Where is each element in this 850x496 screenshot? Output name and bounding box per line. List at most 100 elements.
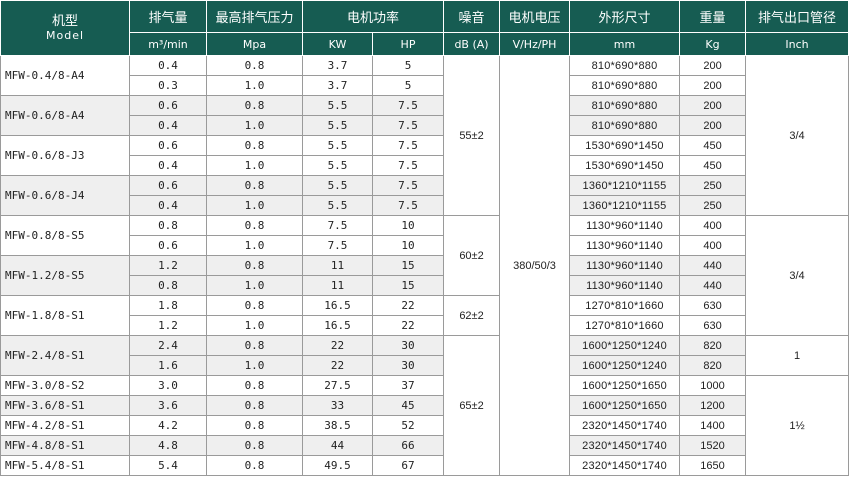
pressure-cell: 1.0 (206, 275, 303, 296)
hp-cell: 7.5 (371, 175, 445, 196)
pressure-cell: 1.0 (206, 315, 303, 336)
table-row: MFW-0.6/8-J4 0.6 0.8 5.5 7.5 1360*1210*1155 25… (0, 175, 849, 216)
pressure-cell: 0.8 (206, 435, 303, 456)
hp-cell: 7.5 (371, 195, 445, 216)
pressure-cell: 0.8 (206, 135, 303, 156)
pressure-cell: 0.8 (206, 415, 303, 436)
displacement-cell: 0.8 (129, 275, 207, 296)
table-row: MFW-0.6/8-A4 0.6 0.8 5.5 7.5 810*690*880 200 (0, 95, 849, 136)
dimensions-cell: 1360*1210*1155 (569, 195, 681, 216)
kw-cell: 5.5 (302, 175, 373, 196)
displacement-cell: 0.6 (129, 135, 207, 156)
header-motor-voltage: 电机电压 (499, 0, 571, 33)
displacement-cell: 1.6 (129, 355, 207, 376)
displacement-cell: 5.4 (129, 455, 207, 476)
dimensions-cell: 810*690*880 (569, 75, 681, 96)
outlet-cell: 3/4 (745, 55, 850, 216)
model-name: MFW-2.4/8-S1 (0, 335, 130, 376)
kw-cell: 3.7 (302, 55, 373, 76)
hp-cell: 22 (371, 295, 445, 316)
pressure-cell: 1.0 (206, 195, 303, 216)
kw-cell: 27.5 (302, 375, 373, 396)
dimensions-cell: 1270*810*1660 (569, 295, 681, 316)
displacement-cell: 3.6 (129, 395, 207, 416)
unit-displacement: m³/min (129, 32, 207, 56)
table-row: MFW-2.4/8-S1 2.4 0.8 22 30 65±2 1600*1250*1240… (0, 335, 850, 476)
displacement-cell: 0.3 (129, 75, 207, 96)
pressure-cell: 0.8 (206, 215, 303, 236)
weight-cell: 1520 (679, 435, 747, 456)
weight-cell: 400 (679, 235, 747, 256)
header-weight: 重量 (679, 0, 747, 33)
noise-cell: 55±2 (443, 55, 501, 216)
weight-cell: 250 (679, 175, 747, 196)
kw-cell: 22 (302, 355, 373, 376)
unit-noise: dB (A) (443, 32, 501, 56)
kw-cell: 16.5 (302, 315, 373, 336)
header-displacement: 排气量 (129, 0, 207, 33)
pressure-cell: 1.0 (206, 235, 303, 256)
outlet-cell: 1½ (745, 375, 850, 476)
unit-pressure: Mpa (206, 32, 303, 56)
model-name: MFW-3.6/8-S1 (0, 395, 130, 416)
weight-cell: 820 (679, 355, 747, 376)
dimensions-cell: 1600*1250*1650 (569, 375, 681, 396)
pressure-cell: 0.8 (206, 255, 303, 276)
table-row: MFW-4.2/8-S1 4.2 0.8 38.5 52 2320*1450*1740 14… (0, 415, 849, 436)
hp-cell: 7.5 (371, 115, 445, 136)
header-motor-power: 电机功率 (301, 0, 445, 33)
dimensions-cell: 1360*1210*1155 (569, 175, 681, 196)
kw-cell: 22 (302, 335, 373, 356)
table-row: MFW-0.4/8-A4 0.4 0.8 3.7 5 55±2 380/50/3 810*69… (0, 55, 850, 476)
unit-hp: HP (371, 32, 445, 56)
unit-kw: KW (302, 32, 373, 56)
kw-cell: 16.5 (302, 295, 373, 316)
pressure-cell: 1.0 (206, 75, 303, 96)
kw-cell: 11 (302, 255, 373, 276)
pressure-cell: 0.8 (206, 55, 303, 76)
unit-dimensions: mm (569, 32, 681, 56)
weight-cell: 400 (679, 215, 747, 236)
hp-cell: 45 (371, 395, 445, 416)
header-max-pressure: 最高排气压力 (206, 0, 303, 33)
dimensions-cell: 2320*1450*1740 (569, 415, 681, 436)
weight-cell: 1000 (679, 375, 747, 396)
hp-cell: 5 (371, 55, 445, 76)
voltage-cell: 380/50/3 (499, 55, 571, 476)
model-name: MFW-1.8/8-S1 (0, 295, 130, 336)
model-name: MFW-0.6/8-J4 (0, 175, 130, 216)
kw-cell: 5.5 (302, 195, 373, 216)
hp-cell: 30 (371, 355, 445, 376)
table-row: MFW-4.8/8-S1 4.8 0.8 44 66 2320*1450*1740 1520 (0, 435, 849, 456)
weight-cell: 1650 (679, 455, 747, 476)
kw-cell: 49.5 (302, 455, 373, 476)
pressure-cell: 1.0 (206, 115, 303, 136)
header-model: 机型 Model (0, 0, 130, 56)
table-row: MFW-1.2/8-S5 1.2 0.8 11 15 1130*960*1140 440 (0, 255, 849, 296)
model-name: MFW-5.4/8-S1 (0, 455, 130, 476)
displacement-cell: 3.0 (129, 375, 207, 396)
kw-cell: 11 (302, 275, 373, 296)
noise-cell: 60±2 (443, 215, 501, 296)
weight-cell: 450 (679, 155, 747, 176)
unit-voltage: V/Hz/PH (499, 32, 571, 56)
displacement-cell: 1.2 (129, 315, 207, 336)
dimensions-cell: 1530*690*1450 (569, 135, 681, 156)
weight-cell: 450 (679, 135, 747, 156)
model-name: MFW-4.2/8-S1 (0, 415, 130, 436)
kw-cell: 5.5 (302, 135, 373, 156)
table-row: MFW-3.0/8-S2 3.0 0.8 27.5 37 1600*1250*1650 10… (0, 375, 850, 476)
model-name: MFW-0.6/8-J3 (0, 135, 130, 176)
table-row: MFW-0.6/8-J3 0.6 0.8 5.5 7.5 1530*690*1450 450 (0, 135, 849, 176)
displacement-cell: 0.4 (129, 115, 207, 136)
kw-cell: 5.5 (302, 115, 373, 136)
pressure-cell: 0.8 (206, 335, 303, 356)
hp-cell: 67 (371, 455, 445, 476)
hp-cell: 52 (371, 415, 445, 436)
weight-cell: 200 (679, 95, 747, 116)
weight-cell: 820 (679, 335, 747, 356)
kw-cell: 7.5 (302, 215, 373, 236)
outlet-cell: 1 (745, 335, 850, 376)
pressure-cell: 0.8 (206, 455, 303, 476)
pressure-cell: 0.8 (206, 95, 303, 116)
